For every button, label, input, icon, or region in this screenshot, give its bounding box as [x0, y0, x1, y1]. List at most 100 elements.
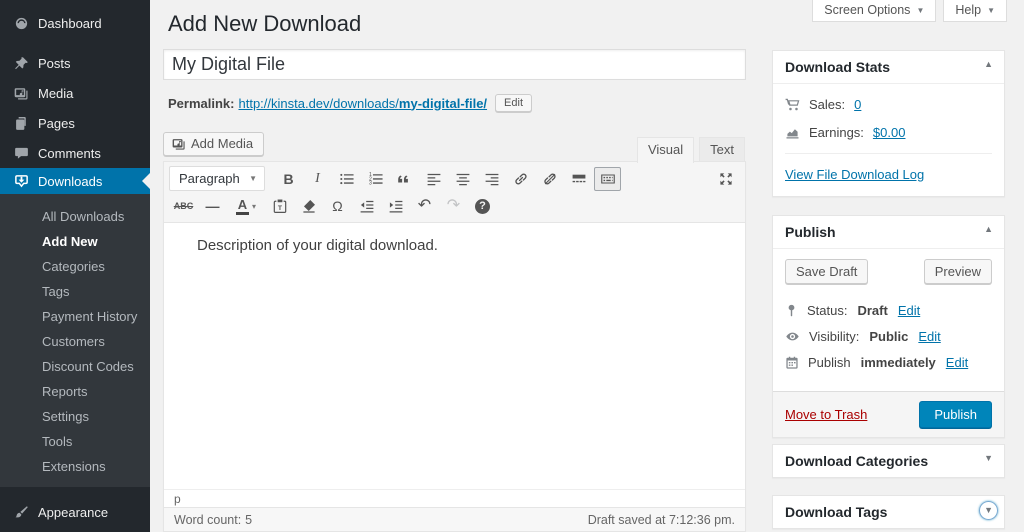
tab-text[interactable]: Text	[699, 137, 745, 162]
word-count-value: 5	[245, 513, 252, 527]
sidebar-item-label: Dashboard	[38, 16, 102, 31]
status--edit-link[interactable]: Edit	[898, 303, 920, 318]
preview-button[interactable]: Preview	[924, 259, 992, 284]
sidebar-item-downloads[interactable]: Downloads	[0, 168, 150, 194]
bold-button[interactable]: B	[275, 167, 302, 191]
visibility--label: Visibility:	[809, 329, 859, 344]
wordpress-admin-page: Dashboard Posts Media Pages Comments Download…	[0, 0, 1024, 532]
permalink-link[interactable]: http://kinsta.dev/downloads/my-digital-f…	[238, 96, 487, 111]
italic-button[interactable]: I	[304, 167, 331, 191]
download-stats-header[interactable]: Download Stats ▲	[773, 51, 1004, 84]
more-tag-button[interactable]	[565, 167, 592, 191]
permalink-edit-button[interactable]: Edit	[495, 94, 532, 112]
redo-button[interactable]: ↷	[440, 194, 467, 218]
sidebar-item-dashboard[interactable]: Dashboard	[0, 8, 150, 38]
autosave-status: Draft saved at 7:12:36 pm.	[588, 513, 735, 527]
unlink-button[interactable]	[536, 167, 563, 191]
visibility--edit-link[interactable]: Edit	[918, 329, 940, 344]
publish-button[interactable]: Publish	[919, 401, 992, 428]
sales--label: Sales:	[809, 97, 845, 112]
indent-button[interactable]	[382, 194, 409, 218]
element-path-label[interactable]: p	[174, 492, 181, 506]
publish-header[interactable]: Publish ▲	[773, 216, 1004, 249]
page-title: Add New Download	[168, 10, 361, 38]
move-to-trash-link[interactable]: Move to Trash	[785, 407, 867, 422]
editor-element-path: p	[164, 489, 745, 507]
sidebar-item-label: Posts	[38, 56, 71, 71]
download-stats-panel: Download Stats ▲ Sales:0Earnings:$0.00 V…	[772, 50, 1005, 197]
view-download-log-link[interactable]: View File Download Log	[785, 167, 924, 182]
submenu-item-all-downloads[interactable]: All Downloads	[0, 204, 150, 229]
downloads-submenu: All DownloadsAdd NewCategoriesTagsPaymen…	[0, 194, 150, 487]
status--label: Status:	[807, 303, 847, 318]
download-title-input[interactable]	[163, 49, 746, 80]
editor-content-area[interactable]: Description of your digital download.	[164, 223, 745, 489]
screen-options-button[interactable]: Screen Options ▼	[812, 0, 936, 22]
paragraph-format-select[interactable]: Paragraph ▼	[169, 166, 265, 191]
horizontal-rule-button[interactable]: —	[199, 194, 226, 218]
publish-minor-actions: Save Draft Preview	[773, 249, 1004, 292]
sales--value-link[interactable]: 0	[854, 97, 861, 112]
sidebar-item-comments[interactable]: Comments	[0, 138, 150, 168]
submenu-item-tools[interactable]: Tools	[0, 429, 150, 454]
collapse-toggle-icon[interactable]: ▲	[984, 60, 993, 69]
align-left-button[interactable]	[420, 167, 447, 191]
collapse-toggle-icon[interactable]: ▲	[984, 225, 993, 234]
blockquote-button[interactable]	[391, 167, 418, 191]
media-icon	[172, 137, 186, 151]
format-select-value: Paragraph	[179, 171, 240, 186]
download-tags-header[interactable]: Download Tags ▼	[773, 496, 1004, 528]
toolbar-toggle-button[interactable]	[594, 167, 621, 191]
submenu-item-add-new[interactable]: Add New	[0, 229, 150, 254]
submenu-item-reports[interactable]: Reports	[0, 379, 150, 404]
publish-value: immediately	[861, 355, 936, 370]
earnings--value-link[interactable]: $0.00	[873, 125, 906, 140]
link-button[interactable]	[507, 167, 534, 191]
strikethrough-button[interactable]: ABC	[170, 194, 197, 218]
svg-text:3: 3	[369, 180, 372, 186]
special-character-button[interactable]: Ω	[324, 194, 351, 218]
submenu-item-categories[interactable]: Categories	[0, 254, 150, 279]
collapse-toggle-icon[interactable]: ▼	[979, 501, 998, 520]
pages-icon	[12, 116, 30, 131]
sidebar-item-pages[interactable]: Pages	[0, 108, 150, 138]
sidebar-item-media[interactable]: Media	[0, 78, 150, 108]
sidebar-item-label: Pages	[38, 116, 75, 131]
publish-edit-link[interactable]: Edit	[946, 355, 968, 370]
align-right-button[interactable]	[478, 167, 505, 191]
visibility--row: Visibility:PublicEdit	[785, 329, 992, 344]
sidebar-item-posts[interactable]: Posts	[0, 48, 150, 78]
tab-visual[interactable]: Visual	[637, 137, 694, 163]
dashboard-icon	[12, 16, 30, 31]
eye-icon	[785, 329, 800, 344]
submenu-item-payment-history[interactable]: Payment History	[0, 304, 150, 329]
bullet-list-button[interactable]	[333, 167, 360, 191]
screen-options-label: Screen Options	[824, 3, 910, 17]
submenu-item-discount-codes[interactable]: Discount Codes	[0, 354, 150, 379]
outdent-button[interactable]	[353, 194, 380, 218]
save-draft-button[interactable]: Save Draft	[785, 259, 868, 284]
publish-misc-section: Status:DraftEditVisibility:PublicEditPub…	[773, 303, 1004, 391]
align-center-button[interactable]	[449, 167, 476, 191]
submenu-item-settings[interactable]: Settings	[0, 404, 150, 429]
fullscreen-button[interactable]	[712, 167, 739, 191]
submenu-item-tags[interactable]: Tags	[0, 279, 150, 304]
numbered-list-button[interactable]: 123	[362, 167, 389, 191]
add-media-button[interactable]: Add Media	[163, 132, 264, 156]
download-stats-title: Download Stats	[785, 59, 890, 75]
collapse-toggle-icon[interactable]: ▼	[984, 454, 993, 463]
text-color-button[interactable]: A▾	[228, 194, 264, 218]
sidebar-item-appearance[interactable]: Appearance	[0, 497, 150, 527]
submenu-item-customers[interactable]: Customers	[0, 329, 150, 354]
submenu-item-extensions[interactable]: Extensions	[0, 454, 150, 479]
menu-separator	[0, 487, 150, 497]
undo-button[interactable]: ↶	[411, 194, 438, 218]
download-categories-header[interactable]: Download Categories ▼	[773, 445, 1004, 477]
help-button[interactable]: ?	[469, 194, 496, 218]
help-button[interactable]: Help ▼	[943, 0, 1007, 22]
download-tags-title: Download Tags	[785, 504, 887, 520]
paste-as-text-button[interactable]: T	[266, 194, 293, 218]
sidebar-item-label: Downloads	[38, 174, 102, 189]
clear-formatting-button[interactable]	[295, 194, 322, 218]
editor-toolbar-row1: Paragraph ▼ BI 123	[164, 162, 745, 194]
